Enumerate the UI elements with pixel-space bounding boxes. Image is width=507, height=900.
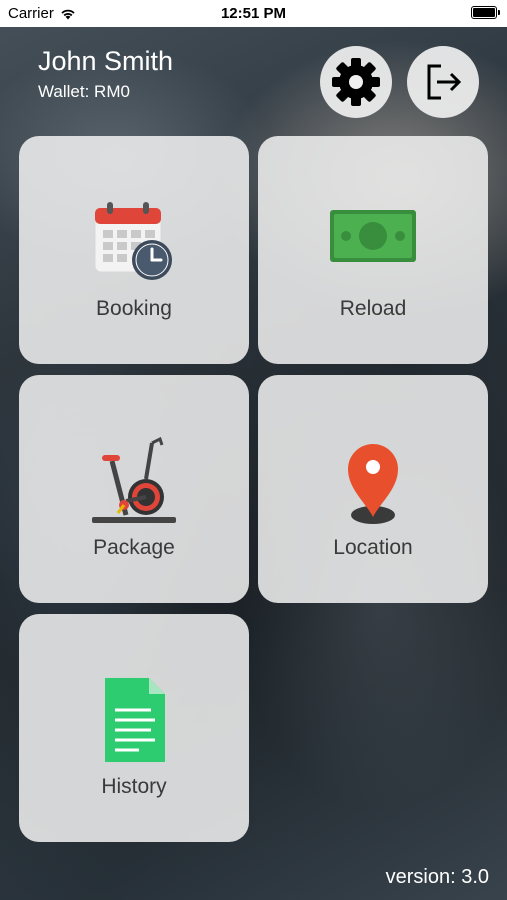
wallet-balance: Wallet: RM0 — [38, 82, 130, 101]
gear-icon — [332, 58, 380, 106]
logout-icon — [427, 64, 462, 100]
booking-tile[interactable]: Booking — [19, 136, 249, 364]
settings-button[interactable] — [320, 46, 392, 118]
calendar-clock-icon — [94, 202, 172, 280]
battery-icon — [471, 6, 500, 19]
reload-tile[interactable]: Reload — [258, 136, 488, 364]
version-label: version: 3.0 — [385, 866, 489, 888]
package-tile[interactable]: Package — [19, 375, 249, 603]
reload-label: Reload — [339, 297, 407, 320]
history-label: History — [101, 775, 167, 798]
location-label: Location — [333, 536, 413, 559]
money-icon — [330, 210, 416, 262]
package-label: Package — [93, 536, 175, 559]
booking-label: Booking — [96, 297, 172, 320]
location-tile[interactable]: Location — [258, 375, 488, 603]
document-icon — [105, 678, 165, 762]
map-pin-icon — [348, 444, 398, 524]
status-bar: Carrier 12:51 PM — [0, 0, 507, 27]
logout-button[interactable] — [407, 46, 479, 118]
user-name: John Smith — [38, 46, 174, 76]
status-time: 12:51 PM — [220, 5, 287, 22]
history-tile[interactable]: History — [19, 614, 249, 842]
exercise-bike-icon — [92, 437, 176, 523]
